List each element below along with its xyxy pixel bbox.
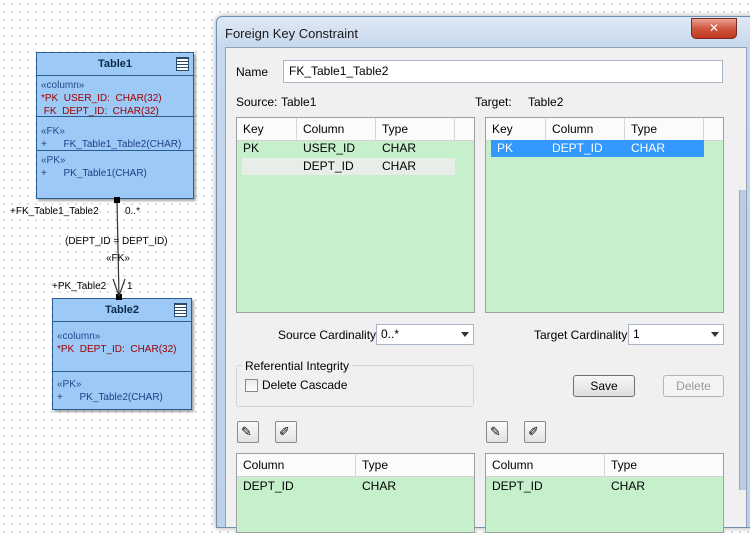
connector-line <box>116 199 120 298</box>
target-grid-header-type[interactable]: Type <box>625 118 704 140</box>
source-grid-header-column[interactable]: Column <box>297 118 376 140</box>
row-type: CHAR <box>382 141 417 155</box>
chevron-down-icon <box>461 332 469 337</box>
row-column: DEPT_ID <box>243 479 294 493</box>
target-label: Target: <box>475 95 512 109</box>
fk-stereotype-label: «FK» <box>106 253 130 264</box>
source-label: Source: <box>236 95 278 109</box>
target-cardinality-select[interactable]: 1 <box>628 324 724 345</box>
dialog-client-area: Name FK_Table1_Table2 Source: Table1 Tar… <box>225 47 747 533</box>
source-grid-header-type[interactable]: Type <box>376 118 455 140</box>
source-table-name: Table1 <box>281 95 317 109</box>
move-up-button-right[interactable]: ✎ <box>486 421 508 443</box>
move-down-button[interactable]: ✐ <box>275 421 297 443</box>
table-row[interactable]: DEPT_ID CHAR <box>486 478 723 495</box>
bottom-right-header-column[interactable]: Column <box>486 454 605 476</box>
row-type: CHAR <box>382 159 417 173</box>
source-role-label: +FK_Table1_Table2 <box>10 206 99 217</box>
connector-source-handle <box>114 197 120 203</box>
row-column: DEPT_ID <box>552 141 603 155</box>
pencil-down-icon: ✐ <box>528 424 539 439</box>
delete-cascade-label[interactable]: Delete Cascade <box>262 378 347 392</box>
row-key: PK <box>243 141 260 155</box>
source-grid-header-key[interactable]: Key <box>237 118 297 140</box>
referential-integrity-title: Referential Integrity <box>242 359 353 373</box>
target-grid-header-key[interactable]: Key <box>486 118 546 140</box>
close-icon: ✕ <box>708 21 720 35</box>
row-key <box>242 158 248 175</box>
row-type: CHAR <box>362 479 397 493</box>
name-label: Name <box>236 65 269 79</box>
pencil-down-icon: ✐ <box>279 424 290 439</box>
source-cardinality-select[interactable]: 0..* <box>376 324 474 345</box>
source-grid-header: Key Column Type <box>237 118 474 141</box>
source-columns-grid[interactable]: Key Column Type PK USER_ID CHAR DEPT_ID … <box>236 117 475 313</box>
pencil-up-icon: ✎ <box>490 424 501 439</box>
row-type: CHAR <box>611 479 646 493</box>
table-row[interactable]: PK DEPT_ID CHAR <box>491 140 704 157</box>
source-cardinality-value: 0..* <box>381 327 400 341</box>
dialog-title: Foreign Key Constraint <box>225 26 358 41</box>
delete-cascade-checkbox[interactable] <box>245 379 258 392</box>
side-scrollbar[interactable] <box>739 190 746 490</box>
table-row[interactable]: PK USER_ID CHAR <box>237 140 455 157</box>
target-cardinality-value: 1 <box>633 327 640 341</box>
save-button[interactable]: Save <box>573 375 635 397</box>
move-down-button-right[interactable]: ✐ <box>524 421 546 443</box>
table-row[interactable]: DEPT_ID CHAR <box>242 158 455 175</box>
target-multiplicity-label: 1 <box>127 281 133 292</box>
pencil-up-icon: ✎ <box>241 424 252 439</box>
target-grid-header: Key Column Type <box>486 118 723 141</box>
source-cardinality-label: Source Cardinality: <box>278 328 380 342</box>
target-grid-header-column[interactable]: Column <box>546 118 625 140</box>
bottom-right-columns-grid[interactable]: Column Type DEPT_ID CHAR <box>485 453 724 533</box>
close-button[interactable]: ✕ <box>691 18 737 39</box>
row-type: CHAR <box>631 141 666 155</box>
move-up-button[interactable]: ✎ <box>237 421 259 443</box>
condition-label: (DEPT_ID = DEPT_ID) <box>65 236 168 247</box>
target-columns-grid[interactable]: Key Column Type PK DEPT_ID CHAR <box>485 117 724 313</box>
table-row[interactable]: DEPT_ID CHAR <box>237 478 474 495</box>
delete-button[interactable]: Delete <box>663 375 724 397</box>
foreign-key-constraint-dialog: Foreign Key Constraint ✕ Name FK_Table1_… <box>216 16 750 533</box>
row-column: DEPT_ID <box>303 159 354 173</box>
bottom-left-header-column[interactable]: Column <box>237 454 356 476</box>
chevron-down-icon <box>711 332 719 337</box>
bottom-right-grid-header: Column Type <box>486 454 723 477</box>
row-column: DEPT_ID <box>492 479 543 493</box>
bottom-right-header-type[interactable]: Type <box>605 454 723 476</box>
target-cardinality-label: Target Cardinality: <box>534 328 631 342</box>
target-role-label: +PK_Table2 <box>52 281 107 292</box>
bottom-left-columns-grid[interactable]: Column Type DEPT_ID CHAR <box>236 453 475 533</box>
dialog-titlebar[interactable]: Foreign Key Constraint ✕ <box>217 17 750 47</box>
target-table-name: Table2 <box>528 95 564 109</box>
row-key: PK <box>497 141 514 155</box>
source-multiplicity-label: 0..* <box>125 206 141 217</box>
bottom-left-header-type[interactable]: Type <box>356 454 474 476</box>
bottom-left-grid-header: Column Type <box>237 454 474 477</box>
name-input[interactable]: FK_Table1_Table2 <box>283 60 723 83</box>
row-column: USER_ID <box>303 141 356 155</box>
